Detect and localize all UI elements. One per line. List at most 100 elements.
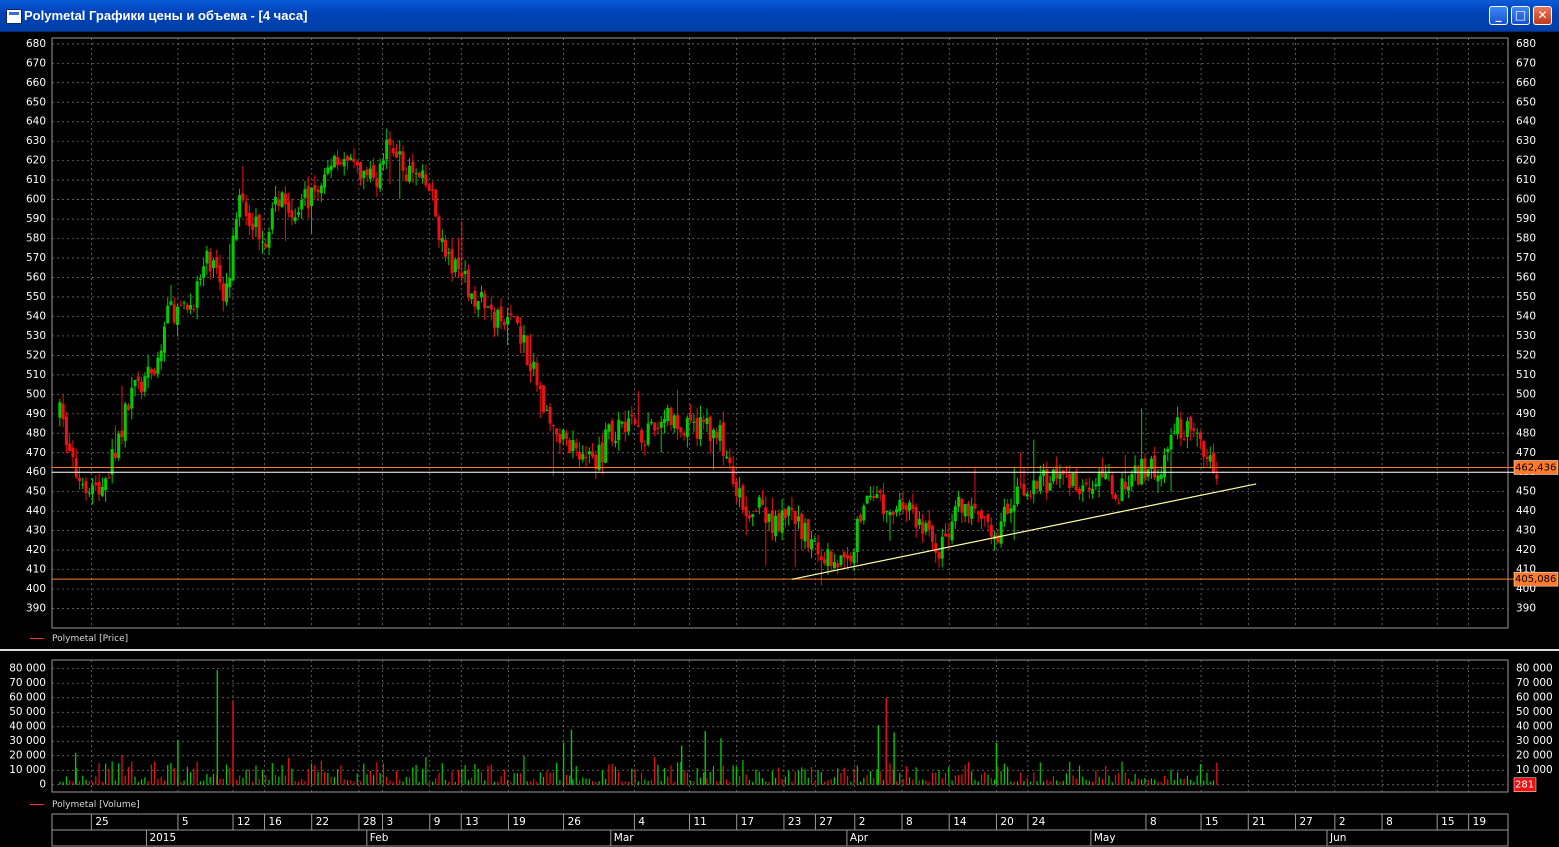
candle-body xyxy=(270,208,274,230)
candle-body xyxy=(738,488,742,498)
day-label: 26 xyxy=(568,816,582,828)
candle-body xyxy=(545,409,549,411)
candle-body xyxy=(198,278,202,280)
candle-body xyxy=(705,418,709,424)
candle-body xyxy=(1006,503,1010,514)
candle-body xyxy=(162,326,166,353)
price-y-tick-right: 600 xyxy=(1516,194,1536,206)
price-y-tick-right: 560 xyxy=(1516,272,1536,284)
candle-body xyxy=(888,512,892,516)
candle-body xyxy=(983,516,987,518)
candle-body xyxy=(192,308,196,310)
candle-body xyxy=(957,496,961,507)
candle-body xyxy=(617,419,621,441)
candle-body xyxy=(159,350,163,362)
candle-body xyxy=(306,186,310,209)
price-y-tick-left: 510 xyxy=(26,369,46,381)
candle-body xyxy=(1097,471,1101,487)
candle-body xyxy=(649,421,653,424)
candle-body xyxy=(558,433,562,443)
candle-body xyxy=(597,444,601,471)
price-y-tick-right: 520 xyxy=(1516,349,1536,361)
candle-body xyxy=(728,457,732,464)
day-label: 22 xyxy=(316,816,329,828)
candle-body xyxy=(352,158,356,162)
price-y-tick-left: 570 xyxy=(26,252,46,264)
price-y-tick-left: 490 xyxy=(26,408,46,420)
day-label: 14 xyxy=(953,816,967,828)
candle-body xyxy=(979,510,983,519)
candle-body xyxy=(1051,469,1055,482)
day-label: 20 xyxy=(1000,816,1013,828)
candle-body xyxy=(1012,505,1016,512)
minimize-button[interactable]: _ xyxy=(1489,6,1508,25)
day-label: 8 xyxy=(1386,816,1393,828)
candle-body xyxy=(218,265,222,283)
candle-body xyxy=(1172,431,1176,433)
candle-body xyxy=(881,494,885,515)
candle-body xyxy=(636,425,640,427)
candle-body xyxy=(260,241,264,243)
candle-body xyxy=(166,305,170,324)
candle-body xyxy=(1189,417,1193,430)
candle-body xyxy=(189,305,193,310)
candle-body xyxy=(296,212,300,215)
candle-body xyxy=(241,193,245,201)
candle-body xyxy=(676,415,680,430)
candle-body xyxy=(868,495,872,498)
candle-body xyxy=(1015,486,1019,505)
candle-body xyxy=(172,304,176,323)
candle-body xyxy=(365,169,369,176)
candle-body xyxy=(600,442,604,463)
candle-body xyxy=(123,403,127,441)
candle-body xyxy=(466,269,470,298)
candle-body xyxy=(316,189,320,193)
candle-body xyxy=(594,454,598,469)
day-label: 4 xyxy=(638,816,645,828)
candle-body xyxy=(349,157,353,161)
candle-body xyxy=(528,363,532,372)
price-y-tick-right: 430 xyxy=(1516,525,1536,537)
candle-body xyxy=(202,266,206,278)
candle-body xyxy=(251,223,255,230)
candle-body xyxy=(816,542,820,555)
candle-body xyxy=(486,306,490,308)
candle-body xyxy=(1179,419,1183,438)
candle-body xyxy=(587,451,591,455)
volume-y-tick-right: 80 000 xyxy=(1516,663,1553,675)
candle-body xyxy=(176,306,180,326)
candle-body xyxy=(1195,432,1199,434)
close-button[interactable]: ✕ xyxy=(1533,6,1552,25)
candle-body xyxy=(973,503,977,509)
day-label: 15 xyxy=(1205,816,1218,828)
price-y-tick-right: 620 xyxy=(1516,155,1536,167)
chart-area[interactable]: 390 390400 400410 410420 420430 430440 440450 4… xyxy=(0,32,1559,847)
candle-body xyxy=(414,173,418,175)
volume-y-tick-right: 40 000 xyxy=(1516,721,1553,733)
level-price-label: 405,086 xyxy=(1515,574,1556,585)
candle-body xyxy=(1032,480,1036,495)
candle-body xyxy=(1038,476,1042,492)
candle-body xyxy=(473,290,477,307)
candle-body xyxy=(104,478,108,491)
period-label: Jun xyxy=(1329,832,1346,844)
maximize-button[interactable]: □ xyxy=(1511,6,1530,25)
candle-body xyxy=(77,477,81,482)
volume-y-tick-right: 20 000 xyxy=(1516,750,1553,762)
candle-body xyxy=(1182,438,1186,440)
window-titlebar[interactable]: Polymetal Графики цены и объема - [4 час… xyxy=(0,0,1559,32)
candle-body xyxy=(310,187,314,207)
day-label: 8 xyxy=(906,816,913,828)
volume-last-label: 281 xyxy=(1515,780,1534,791)
candle-body xyxy=(610,420,614,442)
candle-body xyxy=(1130,474,1134,487)
candle-body xyxy=(604,429,608,463)
candle-body xyxy=(698,417,702,440)
candle-body xyxy=(924,523,928,532)
candle-body xyxy=(427,184,431,192)
candle-body xyxy=(378,163,382,189)
candle-body xyxy=(901,502,905,509)
candle-body xyxy=(666,407,670,422)
price-y-tick-left: 480 xyxy=(26,427,46,439)
candle-body xyxy=(169,301,173,305)
